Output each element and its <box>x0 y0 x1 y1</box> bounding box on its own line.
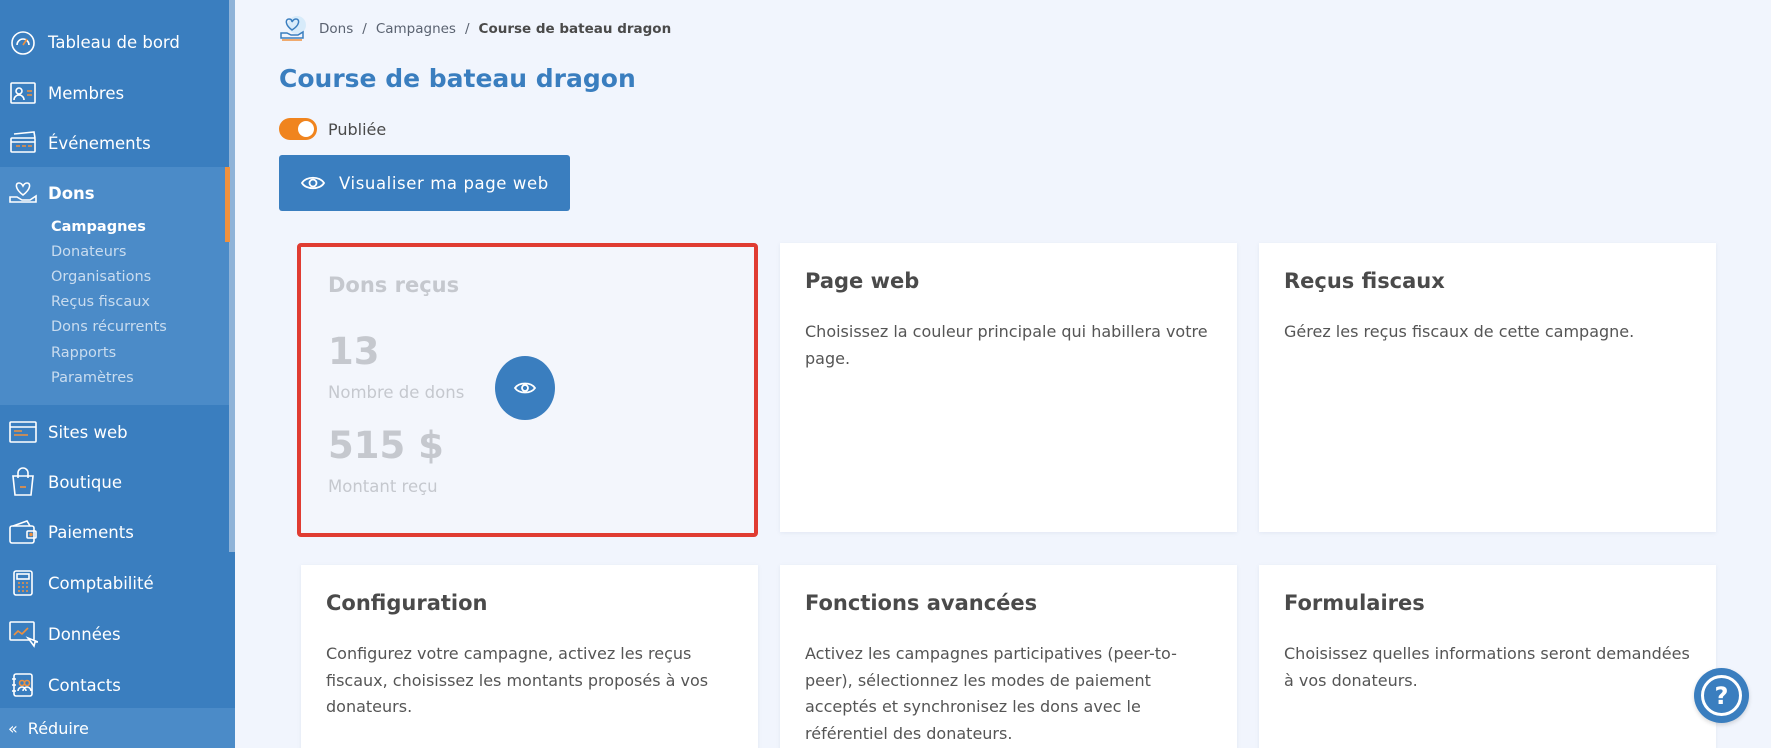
donation-count: 13 <box>328 330 380 373</box>
collapse-label: Réduire <box>27 718 89 738</box>
sidebar-item-label: Tableau de bord <box>48 32 180 52</box>
events-icon <box>8 128 38 158</box>
sidebar: Tableau de bord Membres Événements Dons … <box>0 0 235 748</box>
webpage-card[interactable]: Page web Choisissez la couleur principal… <box>780 243 1237 532</box>
donation-amount-label: Montant reçu <box>328 477 438 496</box>
breadcrumb: Dons / Campagnes / Course de bateau drag… <box>279 15 671 43</box>
card-description: Gérez les reçus fiscaux de cette campagn… <box>1284 322 1635 341</box>
websites-icon <box>8 417 38 447</box>
forms-card[interactable]: Formulaires Choisissez quelles informati… <box>1259 565 1716 748</box>
page-title: Course de bateau dragon <box>279 64 636 93</box>
breadcrumb-separator: / <box>362 21 367 37</box>
donation-count-label: Nombre de dons <box>328 383 465 402</box>
sidebar-item-shop[interactable]: Boutique <box>0 457 229 507</box>
sidebar-scrollbar[interactable] <box>229 0 235 552</box>
collapse-sidebar-button[interactable]: « Réduire <box>0 708 235 748</box>
view-webpage-button[interactable]: Visualiser ma page web <box>279 155 570 211</box>
sidebar-item-label: Événements <box>48 133 151 153</box>
sidebar-subitem-recurring[interactable]: Dons récurrents <box>51 319 167 335</box>
advanced-features-card[interactable]: Fonctions avancées Activez les campagnes… <box>780 565 1237 748</box>
donations-received-card[interactable]: Dons reçus 13 Nombre de dons 515 $ Monta… <box>297 243 758 537</box>
view-webpage-label: Visualiser ma page web <box>339 173 549 193</box>
double-chevron-left-icon: « <box>8 718 18 738</box>
sidebar-item-label: Données <box>48 624 121 644</box>
card-title: Fonctions avancées <box>805 591 1038 615</box>
card-title: Reçus fiscaux <box>1284 269 1445 293</box>
publish-toggle[interactable] <box>279 118 317 140</box>
card-description: Choisissez quelles informations seront d… <box>1284 644 1690 690</box>
sidebar-item-data[interactable]: Données <box>0 609 229 659</box>
donation-amount: 515 $ <box>328 424 444 467</box>
sidebar-subitem-campaigns[interactable]: Campagnes <box>51 219 146 235</box>
card-title: Configuration <box>326 591 488 615</box>
donations-heart-icon <box>279 15 309 43</box>
eye-icon <box>301 174 325 192</box>
view-donations-button[interactable] <box>495 356 555 420</box>
sidebar-item-label: Comptabilité <box>48 573 154 593</box>
breadcrumb-link-dons[interactable]: Dons <box>319 21 353 37</box>
configuration-card[interactable]: Configuration Configurez votre campagne,… <box>301 565 758 748</box>
sidebar-item-label: Dons <box>48 183 95 203</box>
card-title: Page web <box>805 269 920 293</box>
dashboard-icon <box>8 27 38 57</box>
sidebar-item-websites[interactable]: Sites web <box>0 407 229 457</box>
sidebar-item-contacts[interactable]: Contacts <box>0 660 229 710</box>
card-description: Configurez votre campagne, activez les r… <box>326 644 709 716</box>
card-description: Activez les campagnes participatives (pe… <box>805 644 1177 743</box>
breadcrumb-current: Course de bateau dragon <box>478 21 672 37</box>
breadcrumb-link-campaigns[interactable]: Campagnes <box>376 21 456 37</box>
contacts-icon <box>8 670 38 700</box>
publish-toggle-row: Publiée <box>279 118 386 140</box>
donations-icon <box>8 178 38 208</box>
sidebar-subitem-settings[interactable]: Paramètres <box>51 370 134 386</box>
data-icon <box>8 619 38 649</box>
sidebar-item-label: Sites web <box>48 422 128 442</box>
question-mark-icon: ? <box>1701 675 1742 716</box>
sidebar-subitem-reports[interactable]: Rapports <box>51 345 116 361</box>
sidebar-item-events[interactable]: Événements <box>0 118 229 168</box>
sidebar-item-donations[interactable]: Dons <box>0 168 229 218</box>
sidebar-item-members[interactable]: Membres <box>0 68 229 118</box>
breadcrumb-separator: / <box>464 21 470 37</box>
sidebar-subitem-organizations[interactable]: Organisations <box>51 269 151 285</box>
sidebar-item-label: Paiements <box>48 522 134 542</box>
sidebar-item-dashboard[interactable]: Tableau de bord <box>0 17 229 67</box>
eye-icon <box>513 382 537 394</box>
sidebar-item-label: Boutique <box>48 472 123 492</box>
shop-icon <box>8 467 38 497</box>
toggle-knob <box>298 121 314 137</box>
sidebar-item-accounting[interactable]: Comptabilité <box>0 558 229 608</box>
payments-icon <box>8 517 38 547</box>
sidebar-item-payments[interactable]: Paiements <box>0 507 229 557</box>
tax-receipts-card[interactable]: Reçus fiscaux Gérez les reçus fiscaux de… <box>1259 243 1716 532</box>
sidebar-item-label: Membres <box>48 83 125 103</box>
help-button[interactable]: ? <box>1694 668 1749 723</box>
sidebar-item-label: Contacts <box>48 675 121 695</box>
accounting-icon <box>8 568 38 598</box>
sidebar-subitem-tax-receipts[interactable]: Reçus fiscaux <box>51 294 150 310</box>
sidebar-subitem-donors[interactable]: Donateurs <box>51 244 126 260</box>
card-description: Choisissez la couleur principale qui hab… <box>805 322 1208 368</box>
card-title: Formulaires <box>1284 591 1425 615</box>
members-icon <box>8 78 38 108</box>
card-title: Dons reçus <box>328 273 460 297</box>
publish-toggle-label: Publiée <box>328 119 387 139</box>
